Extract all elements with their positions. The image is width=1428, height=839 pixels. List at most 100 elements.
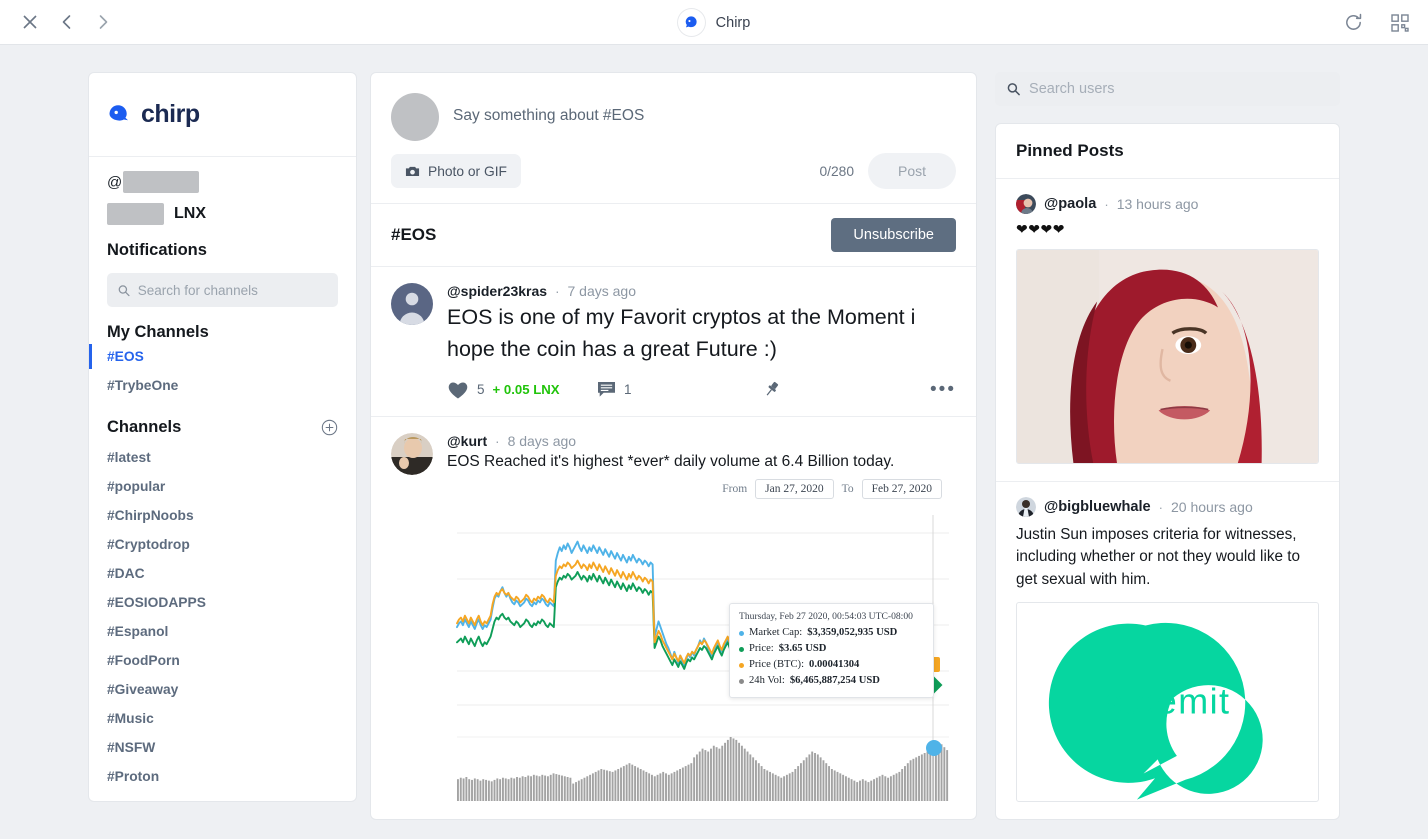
post-content: @spider23kras · 7 days ago EOS is one of… xyxy=(447,283,956,416)
sidebar-item-proton[interactable]: #Proton xyxy=(107,762,338,791)
tooltip-value-vol: $6,465,887,254 USD xyxy=(789,675,880,687)
tooltip-label-vol: 24h Vol: xyxy=(749,675,785,687)
sidebar-logo[interactable]: chirp xyxy=(89,73,356,157)
user-search[interactable] xyxy=(995,72,1340,106)
tooltip-label-price: Price: xyxy=(749,643,774,655)
composer-placeholder[interactable]: Say something about #EOS xyxy=(453,93,644,125)
qr-code-icon[interactable] xyxy=(1390,13,1410,33)
meta-separator: · xyxy=(1158,499,1164,515)
avatar[interactable] xyxy=(1016,194,1036,214)
sidebar-item-latest[interactable]: #latest xyxy=(107,443,338,472)
pinned-post-author[interactable]: @bigbluewhale xyxy=(1044,499,1151,515)
post-author[interactable]: @kurt xyxy=(447,433,487,449)
post-time: 8 days ago xyxy=(507,432,577,449)
notifications-label[interactable]: Notifications xyxy=(107,241,338,260)
back-icon[interactable] xyxy=(58,13,76,31)
crypto-chart[interactable]: From Jan 27, 2020 To Feb 27, 2020 Thursd… xyxy=(447,478,956,819)
pinned-post-text: ❤❤❤❤ xyxy=(1016,221,1065,237)
sidebar-item-trybeone[interactable]: #TrybeOne xyxy=(107,371,338,400)
tooltip-bullet-marketcap xyxy=(739,630,744,636)
sidebar-item-eos[interactable]: #EOS xyxy=(89,342,338,371)
channel-search-input[interactable] xyxy=(137,282,327,298)
sidebar-item-chirpnoobs[interactable]: #ChirpNoobs xyxy=(107,501,338,530)
pin-button[interactable] xyxy=(762,380,912,399)
my-channels-label: My Channels xyxy=(107,323,209,341)
sidebar-item-espanol[interactable]: #Espanol xyxy=(107,617,338,646)
sidebar: chirp @ LNX Notifications Search for cha… xyxy=(88,72,357,802)
meta-separator: · xyxy=(1104,196,1109,212)
user-handle-row: @ xyxy=(107,171,338,193)
tooltip-label-marketcap: Market Cap: xyxy=(749,626,803,638)
pinned-post-meta: @paola · 13 hours ago xyxy=(1016,194,1319,214)
steemit-logo: steemit xyxy=(1017,605,1318,801)
post-meta: @kurt · 8 days ago xyxy=(447,433,956,449)
pinned-post-image[interactable]: steemit xyxy=(1016,602,1319,803)
sidebar-item-popular[interactable]: #popular xyxy=(107,472,338,501)
close-icon[interactable] xyxy=(20,12,40,32)
svg-text:steemit: steemit xyxy=(1105,681,1231,722)
browser-title: Chirp xyxy=(715,14,751,31)
channel-title: #EOS xyxy=(391,225,437,244)
plus-circle-icon[interactable] xyxy=(321,419,338,436)
pinned-post-image[interactable] xyxy=(1016,249,1319,464)
main-feed-column: Say something about #EOS Photo or GIF 0/… xyxy=(357,72,977,839)
sidebar-item-music[interactable]: #Music xyxy=(107,704,338,733)
sidebar-item-cryptodrop[interactable]: #Cryptodrop xyxy=(107,530,338,559)
sidebar-item-nsfw[interactable]: #NSFW xyxy=(107,733,338,762)
post-time: 7 days ago xyxy=(567,283,637,299)
channels-header: Channels xyxy=(107,418,338,437)
post-item: @kurt · 8 days ago EOS Reached it's high… xyxy=(371,415,976,819)
handle-prefix: @ xyxy=(107,173,123,191)
post-button[interactable]: Post xyxy=(868,153,956,189)
post-text: EOS is one of my Favorit cryptos at the … xyxy=(447,305,916,362)
post-row: @kurt · 8 days ago EOS Reached it's high… xyxy=(391,432,956,819)
sidebar-item-dac[interactable]: #DAC xyxy=(107,559,338,588)
meta-separator: · xyxy=(495,432,500,449)
heart-icon xyxy=(448,381,468,398)
chrome-nav-buttons xyxy=(0,12,112,32)
search-icon xyxy=(1007,83,1020,96)
pinned-post-meta: @bigbluewhale · 20 hours ago xyxy=(1016,497,1319,517)
redacted-username xyxy=(123,171,200,193)
forward-icon[interactable] xyxy=(94,13,112,31)
tooltip-row: Price (BTC): 0.00041304 xyxy=(739,657,924,673)
photo-or-gif-button[interactable]: Photo or GIF xyxy=(391,154,521,188)
tooltip-value-pricebtc: 0.00041304 xyxy=(809,659,860,671)
left-column: chirp @ LNX Notifications Search for cha… xyxy=(0,72,357,839)
tooltip-bullet-vol xyxy=(739,678,744,684)
like-button[interactable]: 5 + 0.05 LNX xyxy=(447,380,597,400)
sidebar-item-foodporn[interactable]: #FoodPorn xyxy=(107,646,338,675)
comment-button[interactable]: 1 xyxy=(597,381,762,398)
browser-title-area: Chirp xyxy=(0,0,1428,45)
avatar[interactable] xyxy=(1016,497,1036,517)
portrait-photo xyxy=(1017,250,1318,463)
page-body: chirp @ LNX Notifications Search for cha… xyxy=(0,45,1428,839)
post-author[interactable]: @spider23kras xyxy=(447,283,547,299)
pinned-post-item: @bigbluewhale · 20 hours ago Justin Sun … xyxy=(996,482,1339,819)
user-search-input[interactable] xyxy=(1029,81,1328,97)
channel-search[interactable] xyxy=(107,273,338,307)
sidebar-item-giveaway[interactable]: #Giveaway xyxy=(107,675,338,704)
chrome-actions xyxy=(1343,0,1410,45)
range-to-label: To xyxy=(841,482,854,495)
meta-separator: · xyxy=(554,283,560,299)
unsubscribe-button[interactable]: Unsubscribe xyxy=(831,218,956,252)
reload-icon[interactable] xyxy=(1343,12,1364,33)
pinned-post-time: 13 hours ago xyxy=(1116,196,1199,212)
more-options-icon[interactable]: ••• xyxy=(930,380,956,398)
comment-count: 1 xyxy=(624,382,632,397)
search-icon xyxy=(118,284,130,296)
pinned-post-author[interactable]: @paola xyxy=(1044,196,1096,212)
camera-icon xyxy=(405,166,420,176)
range-from-value[interactable]: Jan 27, 2020 xyxy=(755,478,834,499)
sidebar-item-eosiodapps[interactable]: #EOSIODAPPS xyxy=(107,588,338,617)
chirp-favicon xyxy=(677,9,705,36)
pinned-posts-title: Pinned Posts xyxy=(996,124,1339,179)
sidebar-logo-text: chirp xyxy=(141,100,200,128)
balance-currency: LNX xyxy=(174,205,206,222)
tooltip-row: Price: $3.65 USD xyxy=(739,641,924,657)
avatar[interactable] xyxy=(391,283,433,325)
composer-right: 0/280 Post xyxy=(819,153,956,189)
range-to-value[interactable]: Feb 27, 2020 xyxy=(861,478,942,499)
avatar[interactable] xyxy=(391,432,433,475)
